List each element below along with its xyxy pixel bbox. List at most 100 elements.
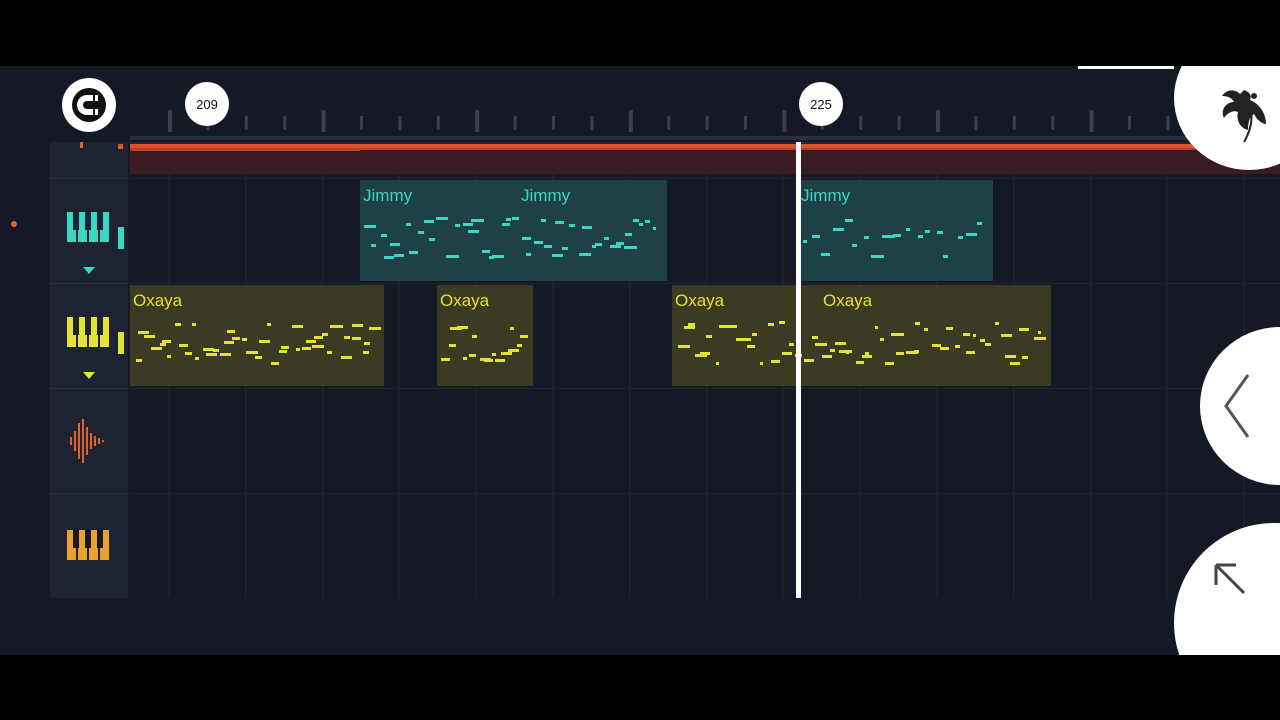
midi-note (175, 322, 182, 326)
ruler-tick (936, 110, 940, 132)
ruler-ticks (130, 110, 1280, 140)
midi-note (555, 220, 565, 224)
bar-marker-225[interactable]: 225 (799, 82, 843, 126)
midi-note (540, 218, 547, 222)
ruler-tick (436, 116, 440, 130)
clip-oxaya-3[interactable]: Oxaya Oxaya (672, 285, 1051, 386)
clip-oxaya-1[interactable]: Oxaya (130, 285, 384, 386)
track-header-audio[interactable] (50, 389, 128, 493)
midi-note (862, 355, 872, 359)
grid-line (168, 174, 170, 598)
clip-jimmy-2[interactable]: Jimmy (798, 180, 993, 281)
midi-note (924, 328, 928, 332)
midi-note (463, 356, 468, 360)
ruler-tick (974, 116, 978, 130)
midi-note (957, 235, 964, 239)
midi-note (363, 225, 377, 229)
midi-note (138, 330, 149, 334)
clip-label: Jimmy (363, 186, 413, 205)
track-header-panel (50, 142, 128, 598)
chevron-down-icon[interactable] (83, 267, 95, 275)
ruler-tick (590, 116, 594, 130)
ruler-tick (168, 110, 172, 132)
clip-label: Oxaya (675, 291, 725, 310)
midi-note (865, 351, 869, 355)
clip-label: Jimmy (521, 186, 571, 205)
midi-note (1022, 356, 1029, 360)
midi-note (457, 325, 468, 329)
snap-magnet-button[interactable] (62, 78, 116, 132)
bar-marker-209[interactable]: 209 (185, 82, 229, 126)
midi-note (844, 219, 853, 223)
ruler-baseline (130, 136, 1280, 140)
midi-note (405, 222, 411, 226)
midi-note (291, 324, 304, 328)
chevron-down-icon[interactable] (83, 372, 95, 380)
midi-note (653, 227, 657, 231)
grid-line (1012, 174, 1015, 598)
midi-note (767, 322, 775, 326)
clip-oxaya-2[interactable]: Oxaya (437, 285, 533, 386)
midi-note (471, 218, 484, 222)
midi-note (885, 362, 894, 366)
midi-note (446, 255, 459, 259)
midi-note (162, 339, 172, 343)
ruler-tick (782, 110, 787, 132)
midi-note (363, 342, 370, 346)
track-header-keys[interactable] (50, 494, 128, 598)
midi-note (569, 223, 575, 227)
midi-note (782, 352, 792, 356)
midi-note (322, 332, 329, 336)
midi-note (1033, 337, 1047, 341)
midi-note (980, 339, 985, 343)
midi-note (917, 234, 924, 238)
grid-line (1051, 174, 1053, 598)
piano-keys-icon (67, 530, 109, 560)
midi-note (271, 361, 280, 365)
master-audio-clip[interactable] (130, 142, 1280, 174)
midi-note (281, 345, 289, 349)
midi-note (302, 346, 311, 350)
midi-note (871, 255, 885, 259)
ruler-tick (513, 116, 517, 130)
grid-line (244, 174, 247, 598)
top-edge-indicator (1078, 66, 1174, 69)
midi-note (144, 334, 156, 338)
midi-note (1000, 333, 1012, 337)
playhead[interactable] (796, 142, 801, 598)
midi-note (326, 351, 333, 355)
midi-note (471, 334, 477, 338)
grid-line (782, 174, 785, 598)
midi-note (942, 254, 949, 258)
midi-note (455, 223, 460, 227)
midi-note (771, 359, 781, 363)
clip-jimmy-1[interactable]: Jimmy Jimmy (360, 180, 667, 281)
arrangement-grid[interactable]: Jimmy Jimmy Jimmy Oxaya Oxaya Oxaya Oxay… (118, 142, 1280, 598)
midi-note (581, 226, 593, 230)
midi-note (370, 243, 377, 247)
midi-note (994, 321, 999, 325)
midi-note (205, 353, 217, 357)
midi-note (552, 253, 564, 257)
master-track-header[interactable] (50, 142, 128, 178)
midi-note (925, 229, 930, 233)
midi-note (481, 249, 491, 253)
midi-note (594, 242, 603, 246)
midi-note (232, 336, 241, 340)
track-header-oxaya[interactable] (50, 284, 128, 388)
midi-note (742, 338, 751, 342)
midi-note (803, 359, 814, 363)
midi-note (507, 349, 519, 353)
ruler-tick (859, 116, 863, 130)
midi-note (715, 361, 720, 365)
midi-note (491, 255, 505, 259)
midi-note (874, 326, 879, 330)
midi-note (625, 232, 632, 236)
midi-note (526, 253, 532, 257)
track-header-jimmy[interactable] (50, 179, 128, 283)
midi-note (633, 219, 640, 223)
midi-note (247, 351, 253, 355)
midi-note (313, 336, 324, 340)
midi-note (832, 227, 844, 231)
midi-note (914, 322, 920, 326)
